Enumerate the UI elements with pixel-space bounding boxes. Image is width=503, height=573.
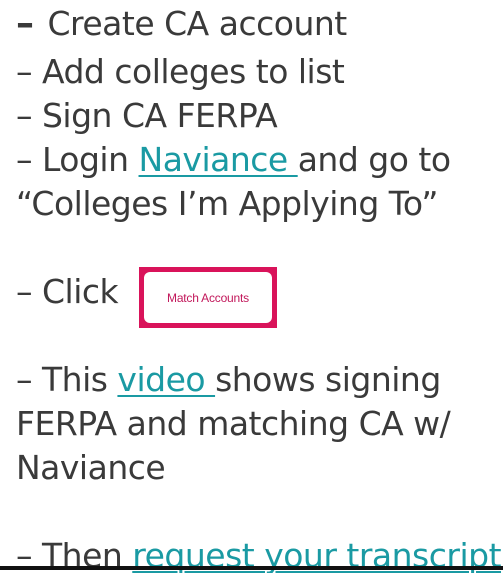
match-accounts-label: Match Accounts: [144, 272, 272, 323]
step-login: – Login Naviance and go to: [16, 140, 451, 180]
login-suffix: and go to: [297, 140, 451, 179]
bottom-divider: [0, 566, 503, 570]
step-create-text: Create CA account: [47, 4, 348, 43]
this-prefix: – This: [16, 360, 118, 399]
step-click: – Click: [16, 272, 119, 312]
video-link[interactable]: video: [117, 360, 215, 399]
match-accounts-button[interactable]: Match Accounts: [139, 267, 277, 328]
step-create-account: – Create CA account: [16, 4, 347, 44]
naviance-link[interactable]: Naviance: [139, 140, 298, 179]
step-sign-ferpa: – Sign CA FERPA: [16, 96, 278, 135]
step-video: – This video shows signing: [16, 360, 441, 400]
click-prefix: – Click: [16, 272, 119, 311]
ferpa-matching-text: FERPA and matching CA w/: [16, 404, 451, 443]
login-prefix: – Login: [16, 140, 139, 179]
step-dash: –: [16, 3, 34, 44]
step-add-colleges: – Add colleges to list: [16, 52, 345, 91]
colleges-applying-text: “Colleges I’m Applying To”: [16, 184, 438, 223]
this-suffix: shows signing: [215, 360, 441, 399]
naviance-text: Naviance: [16, 448, 166, 487]
slide: – Create CA account – Add colleges to lis…: [0, 0, 503, 573]
